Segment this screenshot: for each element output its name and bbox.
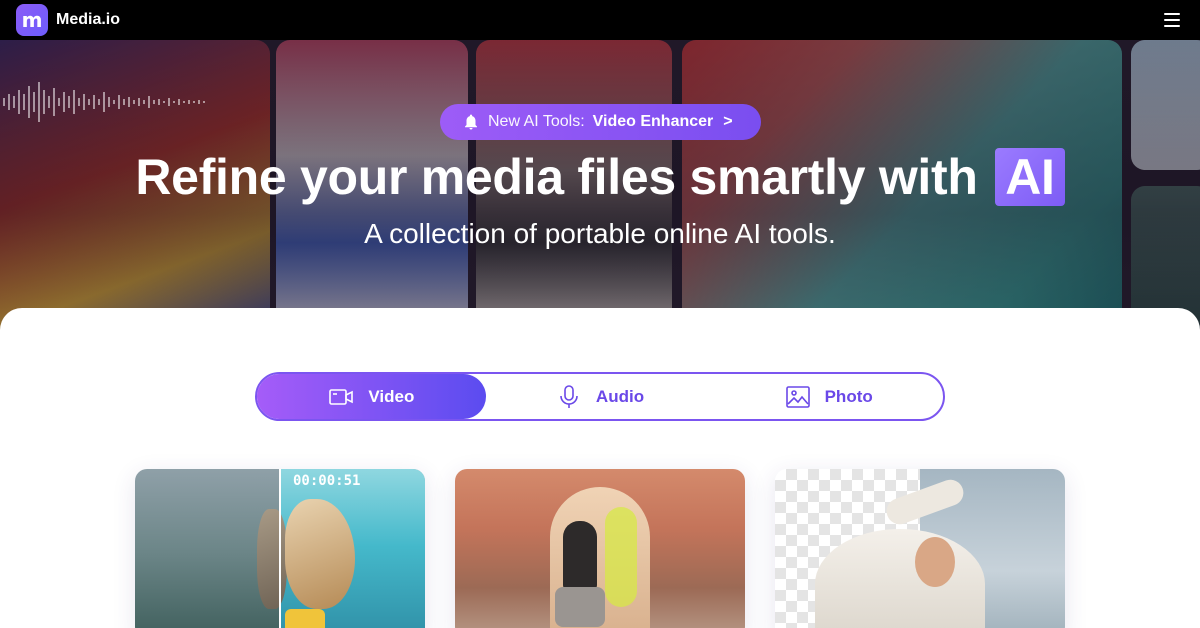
card-image-subject (915, 537, 955, 587)
badge-prefix: New AI Tools: (488, 113, 585, 130)
tool-card-background-remover[interactable] (775, 469, 1065, 628)
hero-title: Refine your media files smartly with AI (0, 148, 1200, 206)
card-image-subject (555, 587, 605, 627)
tab-audio-label: Audio (595, 386, 645, 406)
tab-video-label: Video (368, 386, 415, 406)
card-image-subject (563, 521, 597, 591)
video-camera-icon (329, 388, 354, 405)
tab-photo[interactable]: Photo (714, 374, 943, 419)
brand-name[interactable]: Media.io (56, 11, 120, 29)
logo-icon[interactable]: m (16, 4, 48, 36)
sound-wave-icon (3, 82, 205, 122)
content-panel: Video Audio Photo 00:00:51 (0, 308, 1200, 628)
new-ai-tools-badge[interactable]: New AI Tools: Video Enhancer > (440, 104, 761, 140)
tool-card-object-removal[interactable] (455, 469, 745, 628)
hero-title-text: Refine your media files smartly with (135, 149, 978, 205)
image-icon (785, 385, 810, 408)
tab-photo-label: Photo (824, 386, 873, 406)
highlight-mask (605, 507, 637, 607)
compare-divider[interactable] (279, 469, 281, 628)
microphone-icon (560, 384, 578, 408)
card-image-subject (257, 509, 287, 609)
top-bar: m Media.io (0, 0, 1200, 40)
chevron-right-icon: > (723, 113, 733, 130)
tool-card-video-enhancer[interactable]: 00:00:51 (135, 469, 425, 628)
bell-icon (465, 114, 477, 130)
card-image-subject (815, 529, 985, 628)
hero-banner: New AI Tools: Video Enhancer > Refine yo… (0, 40, 1200, 330)
logo-mark-letter: m (21, 8, 43, 32)
tab-audio[interactable]: Audio (486, 374, 715, 419)
tab-video[interactable]: Video (257, 374, 486, 419)
hero-subtitle: A collection of portable online AI tools… (364, 218, 836, 249)
card-image-subject (285, 609, 325, 628)
video-timecode: 00:00:51 (293, 473, 361, 489)
hero-title-highlight: AI (995, 148, 1065, 206)
category-tabs: Video Audio Photo (255, 372, 945, 421)
menu-icon[interactable] (1164, 13, 1180, 27)
badge-tool-link[interactable]: Video Enhancer (593, 113, 714, 131)
